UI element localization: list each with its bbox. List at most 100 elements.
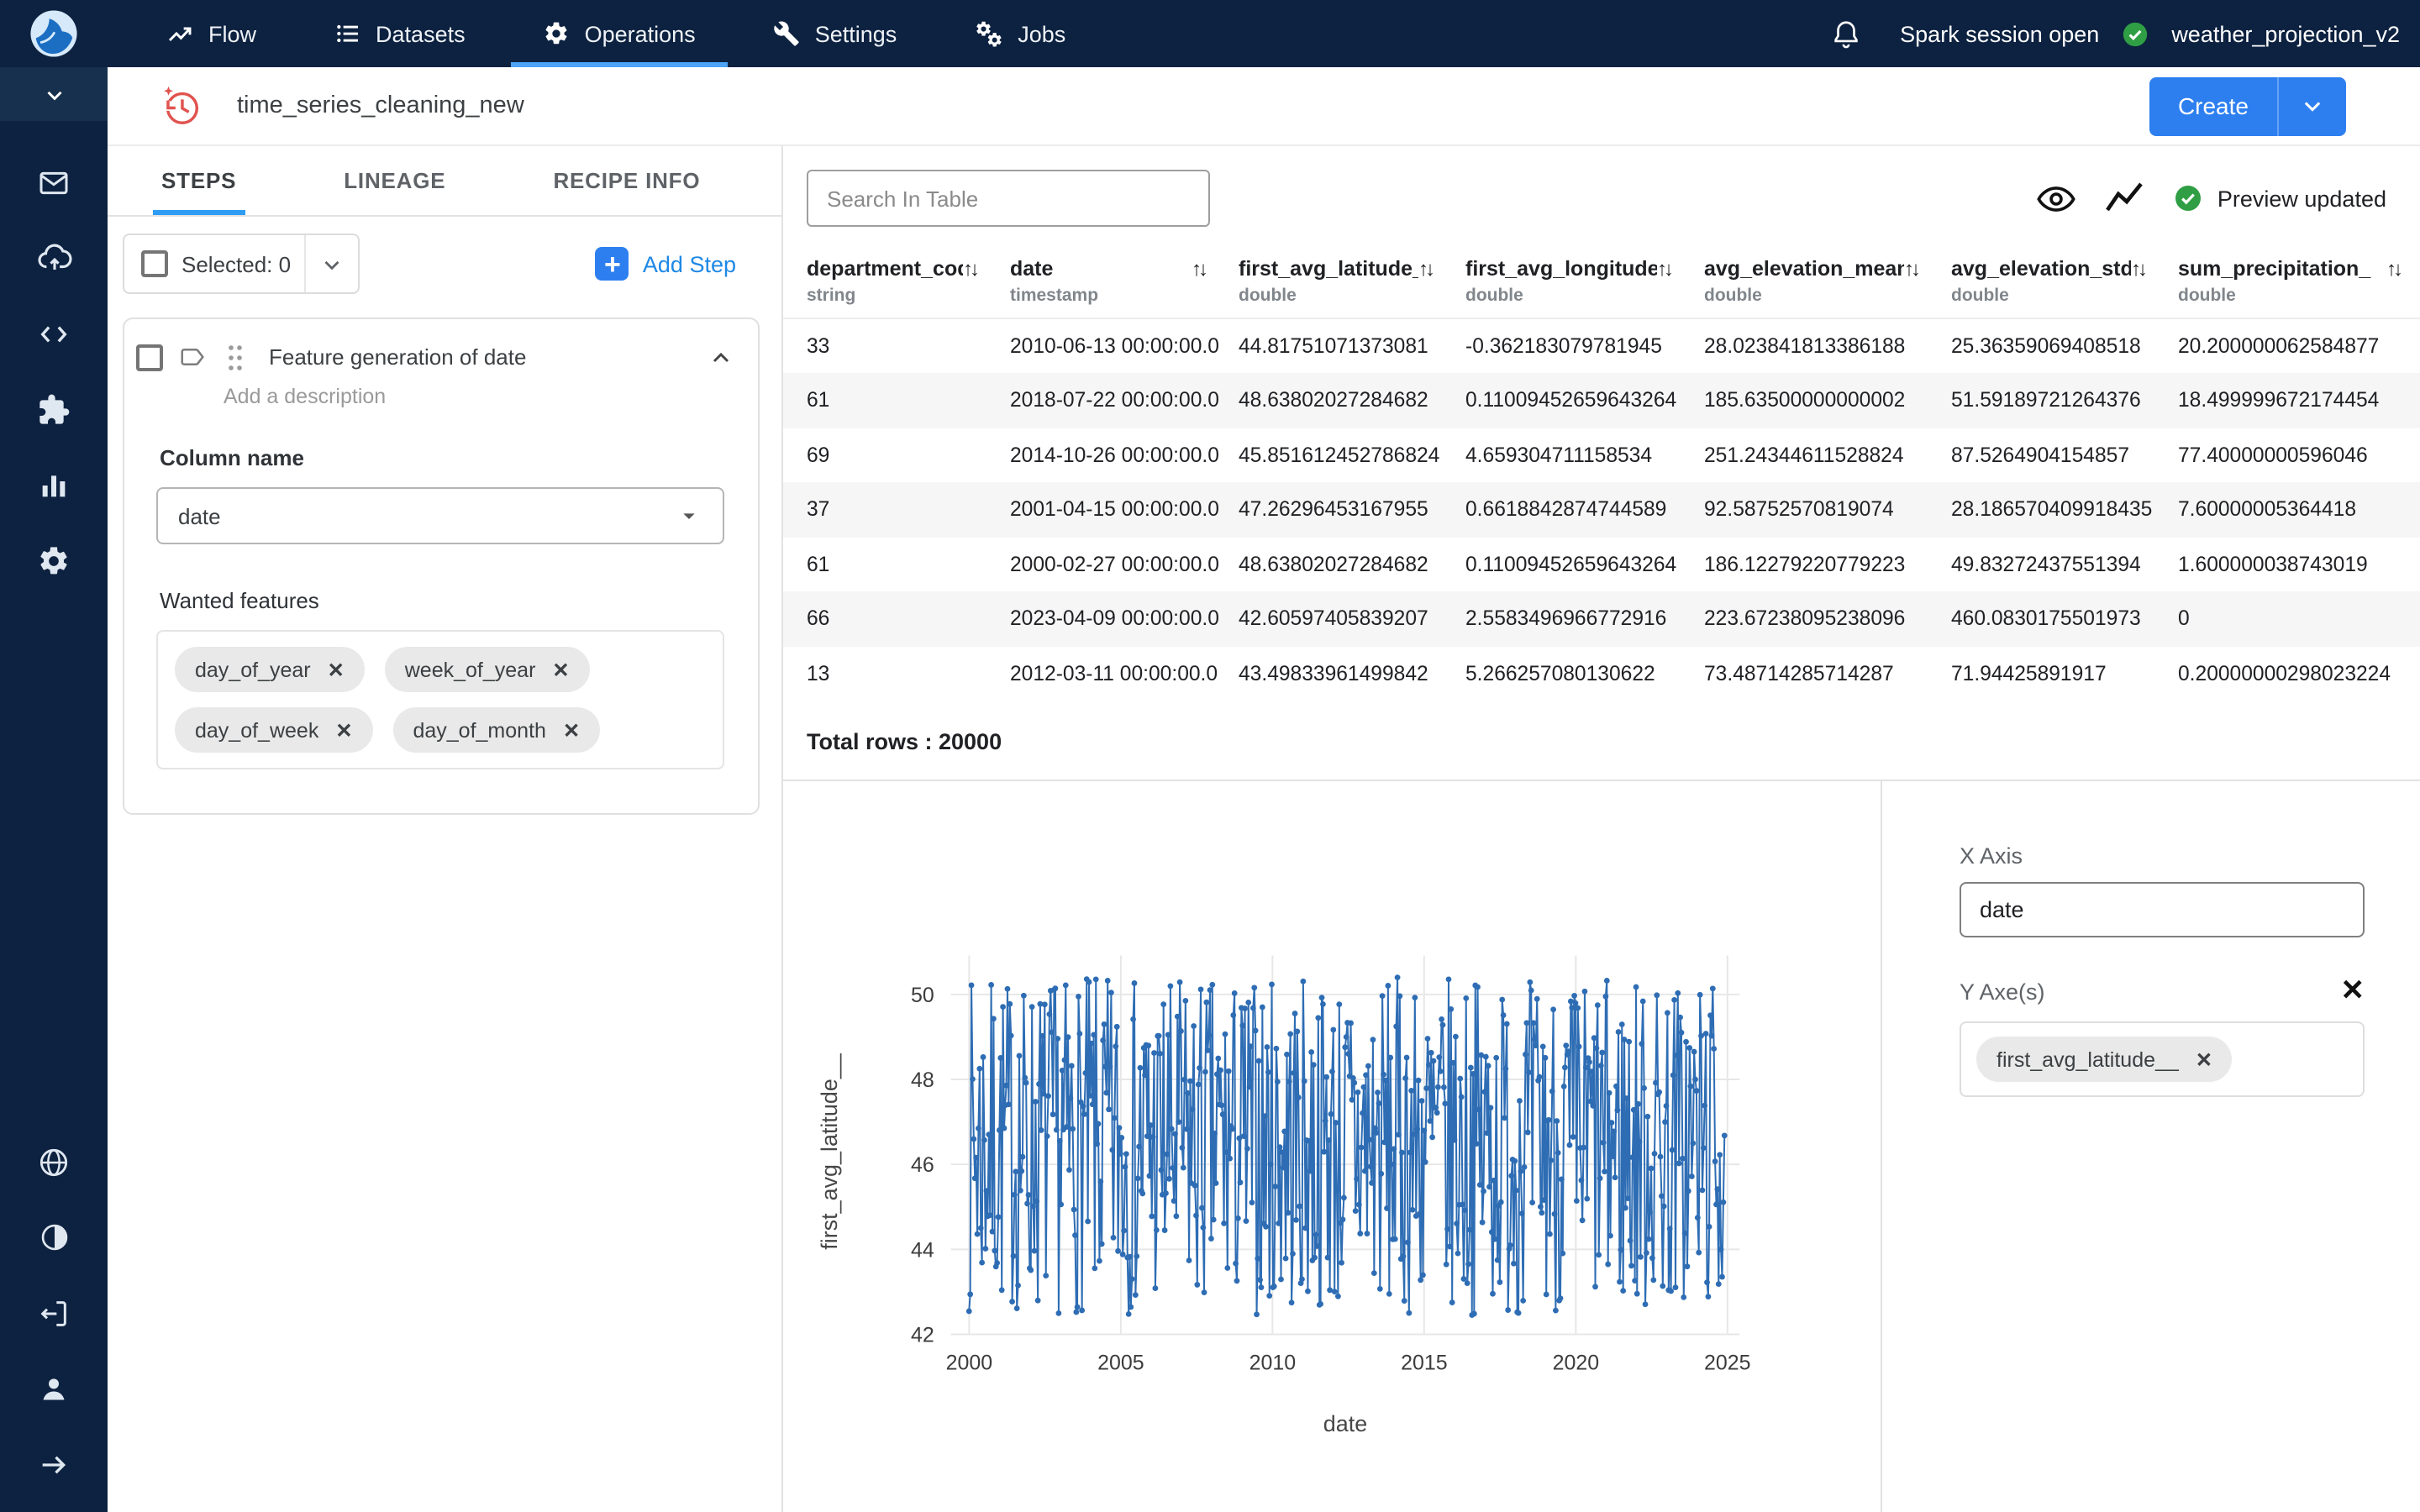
column-header-first_avg_latitude__: first_avg_latitude__↑↓double [1225,247,1452,318]
select-all-checkbox[interactable] [141,250,168,277]
selected-control[interactable]: Selected: 0 [123,234,360,294]
collapse-step-icon[interactable] [708,344,734,370]
y-axes-header: Y Axe(s) ✕ [1960,974,2365,1008]
feature-chip-label: day_of_year [195,658,311,681]
table-cell: 0.11009452659643264 [1452,373,1691,428]
table-cell: 2023-04-09 00:00:00.0 [997,591,1225,646]
nav-item-datasets[interactable]: Datasets [295,0,504,67]
table-row: 372001-04-15 00:00:00.047.26296453167955… [783,482,2420,537]
sidebar-collapse-toggle[interactable] [0,67,108,121]
table-toolbar-right: Preview updated [2038,178,2396,218]
table-cell: 0 [2165,591,2420,646]
sort-icon[interactable]: ↑↓ [1904,257,1918,281]
sidebar-bottom-group [0,1124,108,1512]
y-axis-chip-label: first_avg_latitude__ [1996,1047,2179,1071]
sidebar-item-logout[interactable] [0,1275,108,1351]
sidebar-item-settings[interactable] [0,522,108,598]
table-cell: 2000-02-27 00:00:00.0 [997,537,1225,591]
body-row: STEPS LINEAGE RECIPE INFO Selected: 0 + … [108,146,2420,1512]
nav-item-jobs[interactable]: Jobs [935,0,1104,67]
tab-recipe-info[interactable]: RECIPE INFO [553,146,700,215]
recipe-header: time_series_cleaning_new Create [108,67,2420,146]
chevron-down-icon[interactable] [319,251,345,276]
nav-item-flow[interactable]: Flow [128,0,295,67]
sidebar-item-globe[interactable] [0,1124,108,1200]
column-header-department_code: department_code↑↓string [783,247,997,318]
svg-text:first_avg_latitude__: first_avg_latitude__ [817,1053,842,1250]
table-cell: 223.67238095238096 [1691,591,1938,646]
contrast-icon [38,1221,70,1253]
search-input[interactable] [807,170,1210,227]
svg-text:2005: 2005 [1097,1351,1144,1374]
y-axis-chips-container[interactable]: first_avg_latitude__ ✕ [1960,1021,2365,1097]
app-logo[interactable] [0,0,108,67]
table-cell: 185.63500000000002 [1691,373,1938,428]
table-cell: 18.499999672174454 [2165,373,2420,428]
feature-chip-remove-icon[interactable]: ✕ [563,718,580,742]
tab-steps[interactable]: STEPS [161,146,236,215]
feature-chip-remove-icon[interactable]: ✕ [552,658,569,681]
sort-icon[interactable]: ↑↓ [1657,257,1670,281]
sidebar-item-cloud-upload[interactable] [0,220,108,296]
sidebar-item-analytics[interactable] [0,447,108,522]
table-and-chart-panel: Preview updated department_code↑↓stringd… [783,146,2420,1512]
table-cell: 0.20000000298023224 [2165,646,2420,701]
steps-panel: STEPS LINEAGE RECIPE INFO Selected: 0 + … [108,146,783,1512]
sort-icon[interactable]: ↑↓ [1192,257,1205,281]
y-axis-chip-remove-icon[interactable]: ✕ [2196,1047,2212,1071]
tab-lineage[interactable]: LINEAGE [344,146,445,215]
trend-icon[interactable] [2105,178,2145,218]
table-cell: 33 [783,318,997,373]
nav-item-settings[interactable]: Settings [734,0,936,67]
icon-sidebar [0,67,108,1512]
table-cell: 43.49833961499842 [1225,646,1452,701]
nav-item-label: Datasets [376,21,466,46]
bell-icon[interactable] [1829,18,1861,50]
x-axis-input[interactable] [1960,882,2365,937]
nav-item-operations[interactable]: Operations [504,0,734,67]
table-cell: 47.26296453167955 [1225,482,1452,537]
flow-icon [166,20,193,47]
add-step-button[interactable]: + Add Step [596,247,736,281]
clear-y-axes-icon[interactable]: ✕ [2341,974,2365,1008]
drag-handle-icon[interactable] [225,342,245,372]
sidebar-item-theme[interactable] [0,1200,108,1275]
svg-text:50: 50 [911,984,934,1007]
cloud-upload-icon [36,240,71,276]
sidebar-item-plugins[interactable] [0,371,108,447]
sidebar-item-expand[interactable] [0,1426,108,1502]
eye-icon[interactable] [2038,179,2076,218]
step-description-placeholder[interactable]: Add a description [224,385,758,408]
table-cell: 45.851612452786824 [1225,428,1452,482]
table-cell: 77.40000000596046 [2165,428,2420,482]
tab-label: LINEAGE [344,168,445,193]
svg-text:date: date [1323,1411,1367,1436]
column-type: double [1951,286,2154,306]
sort-icon[interactable]: ↑↓ [963,257,976,281]
project-name[interactable]: weather_projection_v2 [2171,21,2400,46]
column-type: double [2178,286,2410,306]
timeseries-chart[interactable]: 2000200520102015202020254244464850datefi… [783,781,1881,1512]
svg-text:2010: 2010 [1249,1351,1297,1374]
feature-chip-remove-icon[interactable]: ✕ [328,658,345,681]
selected-divider [304,235,306,292]
sidebar-item-profile[interactable] [0,1351,108,1426]
column-name-select[interactable]: date [156,487,724,544]
sort-icon[interactable]: ↑↓ [2131,257,2144,281]
create-button-label: Create [2149,92,2277,119]
sidebar-item-code[interactable] [0,296,108,371]
table-toolbar: Preview updated [783,146,2420,247]
table-cell: 2014-10-26 00:00:00.0 [997,428,1225,482]
nav-item-label: Jobs [1018,21,1065,46]
feature-chip-remove-icon[interactable]: ✕ [335,718,352,742]
y-axis-chip: first_avg_latitude__ ✕ [1976,1037,2233,1082]
sidebar-item-inbox[interactable] [0,144,108,220]
create-button[interactable]: Create [2149,76,2346,135]
sort-icon[interactable]: ↑↓ [1418,257,1432,281]
column-header-sum_precipitation_: sum_precipitation_↑↓double [2165,247,2420,318]
step-checkbox[interactable] [136,344,163,370]
create-dropdown-caret[interactable] [2279,94,2346,118]
table-cell: 2018-07-22 00:00:00.0 [997,373,1225,428]
table-cell: 2001-04-15 00:00:00.0 [997,482,1225,537]
sort-icon[interactable]: ↑↓ [2386,257,2400,281]
